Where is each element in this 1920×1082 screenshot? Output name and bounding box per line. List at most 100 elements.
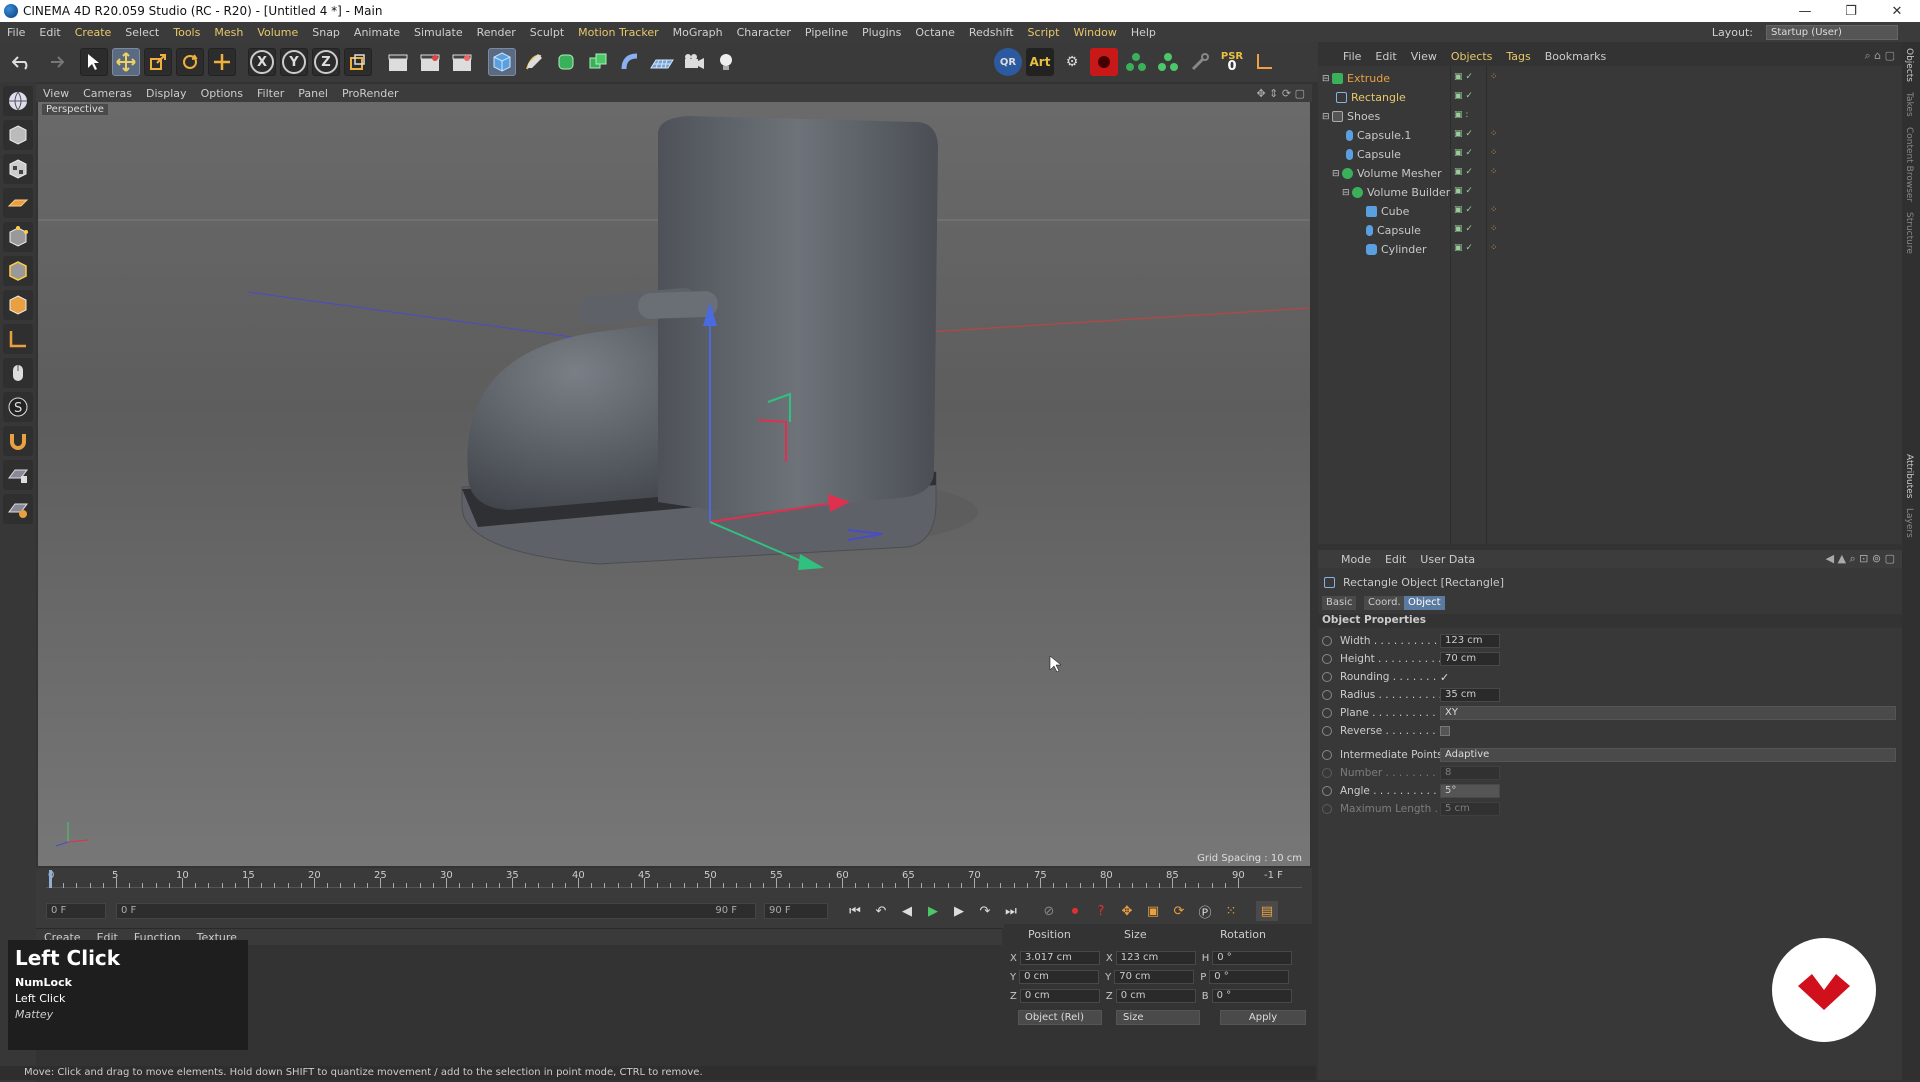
point-level-button[interactable]: ⁙ xyxy=(1220,901,1242,921)
angle-field[interactable]: 5° xyxy=(1440,784,1500,798)
width-field[interactable]: 123 cm xyxy=(1440,634,1500,648)
z-axis-lock-button[interactable]: Z xyxy=(312,48,340,76)
edges-mode-button[interactable] xyxy=(3,256,33,286)
object-row-capsule-2[interactable]: Capsule xyxy=(1318,221,1902,240)
mograph-fracture-button[interactable] xyxy=(1154,48,1182,76)
object-row-cylinder[interactable]: Cylinder xyxy=(1318,240,1902,259)
animate-radio[interactable] xyxy=(1322,690,1332,700)
viewport-menu-options[interactable]: Options xyxy=(194,87,250,100)
menu-octane[interactable]: Octane xyxy=(908,26,962,39)
3d-viewport[interactable]: Perspective Grid Spacing: 10 cm xyxy=(38,102,1310,866)
size-x-field[interactable]: 123 cm xyxy=(1115,951,1196,965)
planar-workplane-button[interactable] xyxy=(3,494,33,524)
render-to-picture-viewer-button[interactable] xyxy=(416,48,444,76)
scale-tool-button[interactable] xyxy=(144,48,172,76)
menu-sculpt[interactable]: Sculpt xyxy=(523,26,571,39)
object-row-rectangle[interactable]: Rectangle xyxy=(1318,88,1902,107)
animate-radio[interactable] xyxy=(1322,786,1332,796)
viewport-menu-prorender[interactable]: ProRender xyxy=(335,87,406,100)
radius-field[interactable]: 35 cm xyxy=(1440,688,1500,702)
side-tab-objects[interactable]: Objects xyxy=(1904,48,1914,82)
apply-button[interactable]: Apply xyxy=(1220,1010,1306,1025)
next-frame-button[interactable]: ▶ xyxy=(948,901,970,921)
visibility-toggle[interactable]: ▣ ✓ xyxy=(1454,129,1473,139)
rotate-tool-button[interactable] xyxy=(176,48,204,76)
menu-volume[interactable]: Volume xyxy=(250,26,305,39)
objects-menu-bookmarks[interactable]: Bookmarks xyxy=(1538,50,1613,63)
lock-workplane-button[interactable] xyxy=(3,460,33,490)
rotation-key-button[interactable]: ⟳ xyxy=(1168,901,1190,921)
phong-tag-icon[interactable]: ⁘ xyxy=(1490,167,1498,177)
attributes-menu-mode[interactable]: Mode xyxy=(1334,553,1378,566)
visibility-toggle[interactable]: ▣ ✓ xyxy=(1454,186,1473,196)
array-button[interactable] xyxy=(584,48,612,76)
animate-radio[interactable] xyxy=(1322,672,1332,682)
rounding-checkbox[interactable]: ✓ xyxy=(1440,671,1449,684)
x-axis-lock-button[interactable]: X xyxy=(248,48,276,76)
visibility-toggle[interactable]: ▣ ✓ xyxy=(1454,148,1473,158)
phong-tag-icon[interactable]: ⁘ xyxy=(1490,205,1498,215)
parameter-key-button[interactable]: Ⓟ xyxy=(1194,901,1216,921)
object-row-volume-mesher[interactable]: ⊟ Volume Mesher xyxy=(1318,164,1902,183)
make-editable-button[interactable] xyxy=(3,86,33,116)
psr-button[interactable]: PSR 0 xyxy=(1218,48,1246,76)
menu-character[interactable]: Character xyxy=(730,26,798,39)
pen-spline-button[interactable] xyxy=(520,48,548,76)
timeline-ruler[interactable]: 0 5 10 15 20 25 30 35 40 45 50 55 60 65 … xyxy=(46,870,1302,888)
light-button[interactable] xyxy=(712,48,740,76)
object-row-capsule[interactable]: Capsule xyxy=(1318,145,1902,164)
position-key-button[interactable]: ✥ xyxy=(1116,901,1138,921)
viewport-menu-cameras[interactable]: Cameras xyxy=(76,87,139,100)
objects-menu-edit[interactable]: Edit xyxy=(1368,50,1403,63)
height-field[interactable]: 70 cm xyxy=(1440,652,1500,666)
minimize-button[interactable]: — xyxy=(1782,4,1828,19)
attributes-menu-user-data[interactable]: User Data xyxy=(1413,553,1482,566)
reverse-checkbox[interactable] xyxy=(1440,726,1450,736)
floor-button[interactable] xyxy=(648,48,676,76)
mograph-cloner-button[interactable] xyxy=(1122,48,1150,76)
menu-file[interactable]: File xyxy=(0,26,32,39)
menu-pipeline[interactable]: Pipeline xyxy=(798,26,855,39)
phong-tag-icon[interactable]: ⁘ xyxy=(1490,224,1498,234)
keyframe-selection-button[interactable]: ? xyxy=(1090,901,1112,921)
visibility-toggle[interactable]: ▣ ✓ xyxy=(1454,72,1473,82)
recent-tools-button[interactable] xyxy=(208,48,236,76)
objects-menu-file[interactable]: File xyxy=(1336,50,1368,63)
plane-dropdown[interactable]: XY xyxy=(1440,706,1896,720)
model-mode-button[interactable] xyxy=(3,120,33,150)
menu-create[interactable]: Create xyxy=(68,26,119,39)
visibility-toggle[interactable]: ▣ ✓ xyxy=(1454,243,1473,253)
animate-radio[interactable] xyxy=(1322,654,1332,664)
object-row-shoes[interactable]: ⊟ Shoes xyxy=(1318,107,1902,126)
rotation-h-field[interactable]: 0 ° xyxy=(1212,951,1293,965)
collapse-icon[interactable]: ⊟ xyxy=(1322,74,1332,84)
rotation-p-field[interactable]: 0 ° xyxy=(1209,970,1290,984)
frame-range-slider[interactable]: 0 F 90 F xyxy=(116,903,756,919)
position-y-field[interactable]: 0 cm xyxy=(1019,970,1100,984)
live-selection-button[interactable] xyxy=(80,48,108,76)
menu-redshift[interactable]: Redshift xyxy=(962,26,1021,39)
maximize-button[interactable]: ❐ xyxy=(1828,4,1874,19)
animate-radio[interactable] xyxy=(1322,750,1332,760)
go-to-start-button[interactable]: ⏮ xyxy=(844,901,866,921)
gizmo-z-arrow[interactable] xyxy=(798,554,824,570)
animate-radio[interactable] xyxy=(1322,636,1332,646)
object-row-volume-builder[interactable]: ⊟ Volume Builder xyxy=(1318,183,1902,202)
side-tab-attributes[interactable]: Attributes xyxy=(1904,454,1914,498)
collapse-icon[interactable]: ⊟ xyxy=(1322,112,1332,122)
side-tab-structure[interactable]: Structure xyxy=(1904,212,1914,254)
menu-select[interactable]: Select xyxy=(118,26,166,39)
gear-button[interactable]: ⚙ xyxy=(1058,48,1086,76)
enable-snap-button[interactable] xyxy=(3,426,33,456)
polygons-mode-button[interactable] xyxy=(3,290,33,320)
coordinate-system-button[interactable] xyxy=(344,48,372,76)
redo-button[interactable] xyxy=(40,48,68,76)
position-z-field[interactable]: 0 cm xyxy=(1019,989,1100,1003)
size-z-field[interactable]: 0 cm xyxy=(1115,989,1196,1003)
collapse-icon[interactable]: ⊟ xyxy=(1332,169,1342,179)
points-mode-button[interactable] xyxy=(3,222,33,252)
menu-help[interactable]: Help xyxy=(1124,26,1163,39)
menu-script[interactable]: Script xyxy=(1021,26,1067,39)
max-frame-field[interactable]: 90 F xyxy=(764,903,828,919)
animate-radio[interactable] xyxy=(1322,708,1332,718)
